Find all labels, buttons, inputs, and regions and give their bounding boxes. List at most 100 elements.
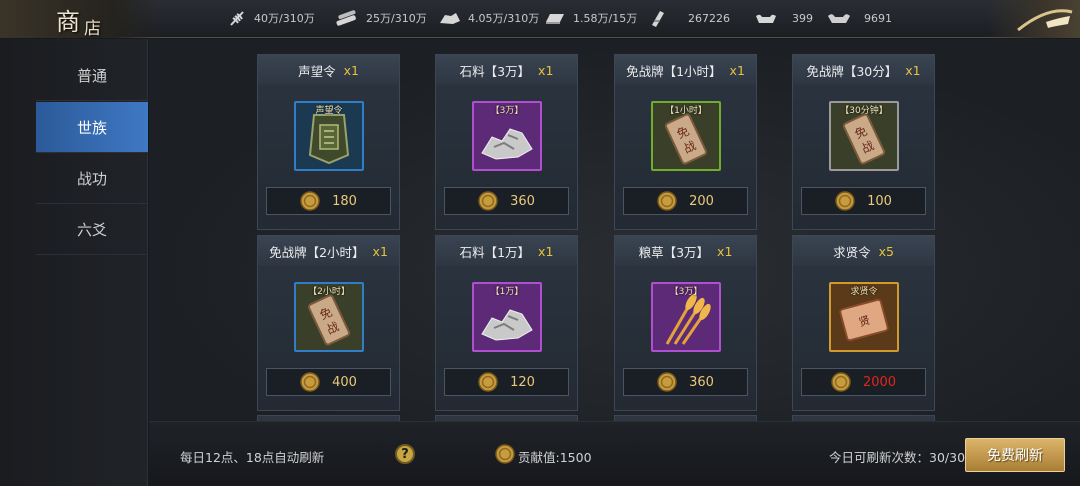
item-tag: 求贤令 <box>850 287 878 297</box>
shop-item-card[interactable]: 求贤令 x5 贤求贤令 2000 <box>792 235 935 411</box>
item-name: 免战牌【1小时】 <box>626 63 722 79</box>
item-price-button[interactable]: 400 <box>266 368 391 396</box>
sidebar-item-merit[interactable]: 战功 <box>36 153 148 204</box>
token-icon <box>652 11 664 27</box>
item-price-button[interactable]: 180 <box>266 187 391 215</box>
shop-title-char-1: 商 <box>56 8 80 36</box>
shop-item-card[interactable]: 免战牌【30分】 x1 免战【30分钟】 100 <box>792 54 935 230</box>
coin-icon <box>835 191 855 211</box>
item-tag: 【2小时】 <box>308 287 350 297</box>
item-price: 100 <box>867 193 892 209</box>
resource-wood: 25万/310万 <box>334 0 427 36</box>
sidebar-item-normal[interactable]: 普通 <box>36 50 148 101</box>
item-quantity: x1 <box>372 243 388 259</box>
item-icon-frame: 贤求贤令 <box>829 282 899 352</box>
back-arrow-icon <box>1017 9 1073 32</box>
item-icon-frame: 免战【30分钟】 <box>829 101 899 171</box>
item-title: 石料【3万】 x1 <box>436 55 577 85</box>
shop-item-card[interactable]: 免战牌【1小时】 x1 免战【1小时】 200 <box>614 54 757 230</box>
item-tag: 【3万】 <box>669 287 703 297</box>
stone-pile-icon <box>474 103 540 169</box>
item-title: 免战牌【30分】 x1 <box>793 55 934 85</box>
coin-icon <box>300 191 320 211</box>
wood-icon <box>336 10 356 26</box>
item-tag: 【30分钟】 <box>840 106 888 116</box>
item-price: 400 <box>332 374 357 390</box>
item-price-button[interactable]: 120 <box>444 368 569 396</box>
resource-token: 267226 <box>648 0 730 36</box>
item-title: 免战牌【1小时】 x1 <box>615 55 756 85</box>
shop-item-card[interactable]: 声望令 x1 声望令 180 <box>257 54 400 230</box>
refresh-count: 今日可刷新次数：30/30 <box>829 450 966 465</box>
resource-token-value: 267226 <box>688 11 730 25</box>
item-tag: 【1万】 <box>490 287 524 297</box>
sidebar-item-liuyao[interactable]: 六爻 <box>36 204 148 255</box>
item-icon-frame: 声望令 <box>294 101 364 171</box>
item-tag: 【3万】 <box>490 106 524 116</box>
truce-plaque-icon: 免战 <box>653 103 719 169</box>
shop-title: 商 店 <box>0 0 160 39</box>
item-title: 声望令 x1 <box>258 55 399 85</box>
top-bar: 商 店 40万/310万 25万/310万 4.05万/310万 1.58万/1… <box>0 0 1080 39</box>
free-refresh-button-label: 免费刷新 <box>987 448 1043 464</box>
shop-item-card[interactable]: 石料【1万】 x1 【1万】 120 <box>435 235 578 411</box>
item-title: 粮草【3万】 x1 <box>615 236 756 266</box>
grain-icon <box>230 11 244 26</box>
item-quantity: x5 <box>878 243 894 259</box>
item-quantity: x1 <box>343 62 359 78</box>
sidebar-item-clan[interactable]: 世族 <box>36 102 148 153</box>
item-price: 360 <box>689 374 714 390</box>
item-price-button[interactable]: 2000 <box>801 368 926 396</box>
item-price: 200 <box>689 193 714 209</box>
item-name: 免战牌【30分】 <box>806 63 898 79</box>
stone-icon <box>440 13 460 24</box>
item-quantity: x1 <box>729 62 745 78</box>
item-title: 石料【1万】 x1 <box>436 236 577 266</box>
reputation-token-icon <box>296 103 362 169</box>
resource-silver: 9691 <box>826 0 892 36</box>
item-quantity: x1 <box>538 62 554 78</box>
iron-icon <box>546 14 564 24</box>
shop-item-grid: 声望令 x1 声望令 180 石料【3万】 x1 【3万】 360 免战牌【1小时】 x1 免战【1… <box>149 39 1080 421</box>
resource-stone: 4.05万/310万 <box>438 0 539 36</box>
sidebar-item-label: 普通 <box>76 66 107 85</box>
back-button[interactable] <box>988 0 1080 38</box>
item-quantity: x1 <box>538 243 554 259</box>
item-name: 免战牌【2小时】 <box>269 244 365 260</box>
truce-plaque-icon: 免战 <box>296 284 362 350</box>
recruit-scroll-icon: 贤 <box>831 284 897 350</box>
resource-gold-value: 399 <box>792 11 813 25</box>
shop-item-card[interactable]: 粮草【3万】 x1 【3万】 360 <box>614 235 757 411</box>
resource-iron-value: 1.58万/15万 <box>573 12 638 25</box>
resource-silver-value: 9691 <box>864 11 892 25</box>
item-quantity: x1 <box>717 243 733 259</box>
shop-item-card[interactable]: 免战牌【2小时】 x1 免战【2小时】 400 <box>257 235 400 411</box>
item-name: 粮草【3万】 <box>638 244 710 260</box>
coin-icon <box>300 372 320 392</box>
contribution-value: 贡献值:1500 <box>518 450 592 465</box>
sidebar-item-label: 战功 <box>76 169 107 188</box>
item-price-button[interactable]: 360 <box>623 368 748 396</box>
item-price-button[interactable]: 100 <box>801 187 926 215</box>
resource-grain-value: 40万/310万 <box>254 12 315 25</box>
item-name: 求贤令 <box>833 244 871 260</box>
item-price: 120 <box>510 374 535 390</box>
resource-gold: 399 <box>754 0 813 36</box>
free-refresh-button[interactable]: 免费刷新 <box>965 438 1065 472</box>
shop-item-card[interactable]: 石料【3万】 x1 【3万】 360 <box>435 54 578 230</box>
gold-ingot-icon <box>756 14 776 23</box>
bottom-bar: 每日12点、18点自动刷新 ? 贡献值:1500 今日可刷新次数：30/30 免… <box>149 421 1080 486</box>
stone-pile-icon <box>474 284 540 350</box>
item-icon-frame: 【3万】 <box>472 101 542 171</box>
item-icon-frame: 免战【1小时】 <box>651 101 721 171</box>
item-title: 免战牌【2小时】 x1 <box>258 236 399 266</box>
item-name: 声望令 <box>298 63 336 79</box>
resource-stone-value: 4.05万/310万 <box>468 12 540 25</box>
item-price-button[interactable]: 360 <box>444 187 569 215</box>
item-price-button[interactable]: 200 <box>623 187 748 215</box>
coin-icon <box>657 372 677 392</box>
sidebar-item-label: 六爻 <box>76 220 107 239</box>
help-icon[interactable]: ? <box>395 444 415 464</box>
truce-plaque-icon: 免战 <box>831 103 897 169</box>
coin-icon <box>478 372 498 392</box>
